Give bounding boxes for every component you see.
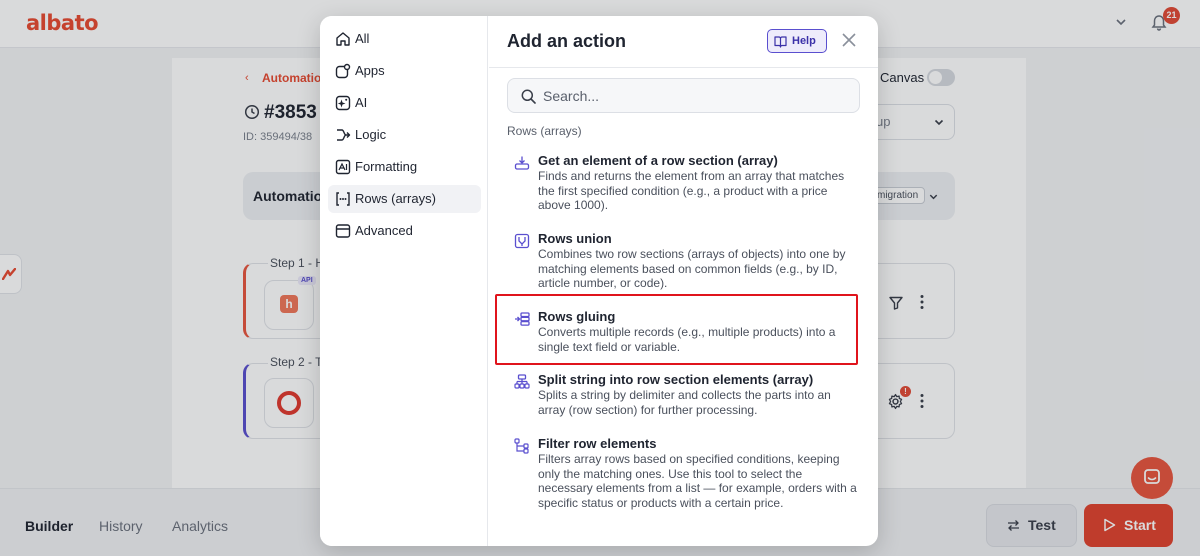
help-button[interactable]: Help	[767, 29, 827, 53]
action-split-string[interactable]: Split string into row section elements (…	[507, 372, 860, 417]
get-element-icon	[514, 156, 530, 170]
union-icon	[514, 233, 530, 249]
category-label: Logic	[355, 127, 387, 142]
split-icon	[514, 374, 530, 389]
search-icon	[521, 89, 536, 104]
category-label: AI	[355, 95, 368, 110]
action-description: Finds and returns the element from an ar…	[538, 169, 845, 212]
action-title: Get an element of a row section (array)	[538, 153, 778, 168]
add-action-modal: All Apps AI Logic Formatting Rows (array…	[320, 16, 878, 546]
category-label: All	[355, 31, 370, 46]
category-label: Apps	[355, 63, 385, 78]
category-advanced[interactable]: Advanced	[328, 217, 481, 245]
modal-title: Add an action	[507, 31, 627, 51]
action-rows-gluing[interactable]: Rows gluing Converts multiple records (e…	[507, 309, 860, 354]
formatting-icon	[335, 159, 351, 175]
category-formatting[interactable]: Formatting	[328, 153, 481, 181]
help-button-label: Help	[792, 35, 816, 47]
action-get-element[interactable]: Get an element of a row section (array) …	[507, 153, 860, 212]
action-description: Filters array rows based on specified co…	[538, 452, 857, 510]
action-rows-union[interactable]: Rows union Combines two row sections (ar…	[507, 231, 860, 290]
logic-icon	[337, 129, 351, 141]
action-description: Splits a string by delimiter and collect…	[538, 388, 831, 417]
category-rows-arrays[interactable]: Rows (arrays)	[328, 185, 481, 213]
home-icon	[336, 32, 350, 46]
gluing-icon	[515, 312, 530, 326]
action-description: Combines two row sections (arrays of obj…	[538, 247, 846, 290]
close-icon[interactable]	[840, 31, 858, 49]
category-sidebar: All Apps AI Logic Formatting Rows (array…	[320, 16, 488, 546]
search-input[interactable]	[543, 86, 843, 106]
category-label: Rows (arrays)	[355, 191, 436, 206]
section-label: Rows (arrays)	[507, 124, 582, 138]
category-all[interactable]: All	[328, 25, 481, 53]
action-title: Filter row elements	[538, 436, 657, 451]
category-ai[interactable]: AI	[328, 89, 481, 117]
action-title: Rows gluing	[538, 309, 616, 324]
search-field[interactable]	[507, 78, 860, 113]
category-logic[interactable]: Logic	[328, 121, 481, 149]
filter-tree-icon	[514, 438, 529, 454]
category-apps[interactable]: Apps	[328, 57, 481, 85]
ai-icon	[335, 95, 351, 111]
action-filter-row-elements[interactable]: Filter row elements Filters array rows b…	[507, 436, 860, 524]
action-title: Rows union	[538, 231, 612, 246]
advanced-icon	[335, 224, 351, 238]
apps-icon	[335, 63, 351, 79]
action-title: Split string into row section elements (…	[538, 372, 814, 387]
category-label: Advanced	[355, 223, 413, 238]
category-label: Formatting	[355, 159, 418, 174]
action-description: Converts multiple records (e.g., multipl…	[538, 325, 836, 354]
book-icon	[774, 36, 787, 48]
divider	[489, 67, 878, 68]
array-icon	[336, 192, 350, 206]
